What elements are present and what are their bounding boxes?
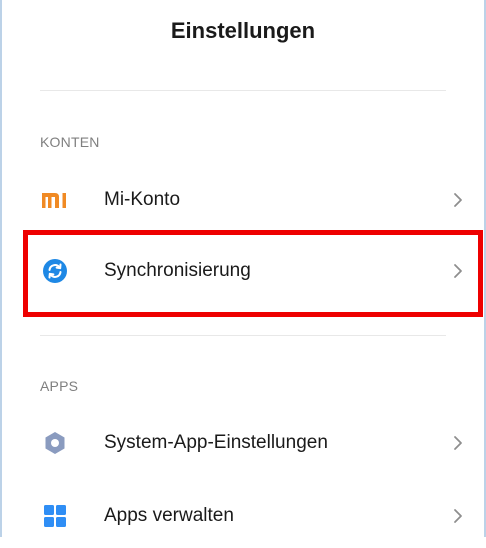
settings-item-label: System-App-Einstellungen [104,432,328,453]
apps-grid-icon [40,503,70,529]
settings-item-label: Apps verwalten [104,505,234,526]
divider [40,335,446,336]
section-header-apps: APPS [40,378,79,394]
chevron-right-icon [454,509,462,523]
settings-item-label: Synchronisierung [104,260,251,281]
chevron-right-icon [454,264,462,278]
chevron-right-icon [454,436,462,450]
settings-item-label: Mi-Konto [104,189,181,210]
settings-item-apps-verwalten[interactable]: Apps verwalten [2,484,486,548]
sync-icon [40,258,70,284]
settings-item-system-app-einstellungen[interactable]: System-App-Einstellungen [2,411,486,475]
page-title: Einstellungen [170,18,316,43]
section-header-konten: KONTEN [40,134,100,150]
gear-icon [40,430,70,456]
mi-logo-icon [40,187,70,213]
settings-item-synchronisierung[interactable]: Synchronisierung [2,239,486,303]
chevron-right-icon [454,193,462,207]
settings-item-mi-konto[interactable]: Mi-Konto [2,168,486,232]
settings-screen: Einstellungen KONTEN Mi-Konto Synchronis… [0,0,486,537]
divider [40,90,446,91]
